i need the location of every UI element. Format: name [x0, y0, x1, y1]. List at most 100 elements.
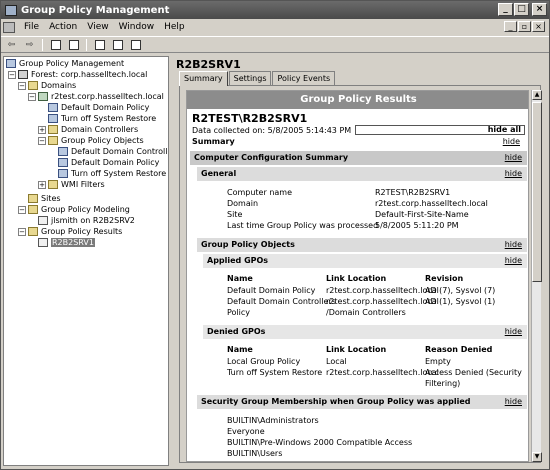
tab-summary[interactable]: Summary — [179, 71, 228, 86]
forest-icon — [18, 70, 28, 79]
scroll-down-icon[interactable]: ▼ — [532, 452, 542, 462]
tab-content: Group Policy Results R2TEST\R2B2SRV1 Dat… — [179, 85, 542, 463]
column-header: Link Location — [326, 345, 387, 354]
table-cell: Turn off System Restore — [227, 368, 323, 377]
folder-icon — [48, 180, 58, 189]
hide-summary-link[interactable]: hide — [503, 137, 520, 146]
folder-icon — [48, 136, 58, 145]
menu-file[interactable]: File — [19, 22, 44, 32]
properties-icon[interactable] — [110, 38, 125, 51]
child-close-button[interactable]: × — [532, 21, 545, 32]
tree-item-gpo[interactable]: Turn off System Restore — [58, 168, 166, 179]
hide-link[interactable]: hide — [505, 238, 522, 252]
tree-item-modeling-query[interactable]: jlsmith on R2B2SRV2 — [38, 215, 135, 226]
hide-link[interactable]: hide — [505, 151, 522, 165]
tree-item-link[interactable]: Turn off System Restore — [48, 113, 156, 124]
section-applied-gpos[interactable]: Applied GPOs hide — [203, 254, 527, 268]
domain-icon — [38, 92, 48, 101]
close-button[interactable]: × — [532, 3, 547, 16]
report-header: Group Policy Results — [187, 91, 528, 109]
tree-item-sites[interactable]: Sites — [28, 193, 61, 204]
help-icon[interactable] — [128, 38, 143, 51]
forward-icon[interactable]: ⇨ — [22, 38, 37, 51]
table-cell: Default Domain Policy — [227, 286, 316, 295]
collapse-icon[interactable]: − — [38, 136, 46, 145]
collapse-icon[interactable]: − — [18, 227, 26, 236]
folder-icon — [28, 81, 38, 90]
section-gpos[interactable]: Group Policy Objects hide — [197, 238, 527, 252]
hide-all-link[interactable]: hide all — [355, 125, 525, 135]
general-key: Site — [227, 210, 243, 219]
show-tree-icon[interactable] — [66, 38, 81, 51]
section-computer-config[interactable]: Computer Configuration Summary hide — [190, 151, 527, 165]
tree-item-modeling[interactable]: − Group Policy Modeling — [18, 204, 130, 215]
report-icon — [38, 238, 48, 247]
window-title: Group Policy Management — [21, 4, 170, 16]
gpo-icon — [58, 169, 68, 178]
hide-link[interactable]: hide — [505, 167, 522, 181]
expand-icon[interactable]: + — [38, 180, 46, 189]
title-bar[interactable]: Group Policy Management _ □ × — [1, 1, 549, 19]
tree-item-forest[interactable]: − Forest: corp.hasselltech.local — [8, 69, 147, 80]
tree-item-results[interactable]: − Group Policy Results — [18, 226, 122, 237]
maximize-button[interactable]: □ — [514, 3, 529, 16]
collected-date: Data collected on: 5/8/2005 5:14:43 PM — [192, 126, 352, 135]
collapse-icon[interactable]: − — [8, 70, 16, 79]
vertical-scrollbar[interactable]: ▲ ▼ — [531, 90, 542, 462]
details-pane: R2B2SRV1 Summary Settings Policy Events … — [172, 56, 548, 466]
group-item: Everyone — [227, 427, 265, 436]
section-security-groups[interactable]: Security Group Membership when Group Pol… — [197, 395, 527, 409]
tree-item-result-selected[interactable]: R2B2SRV1 — [38, 237, 95, 248]
tree-item-gpo[interactable]: Default Domain Controlle — [58, 146, 168, 157]
summary-row: Summary hide — [192, 137, 525, 146]
menu-help[interactable]: Help — [159, 22, 190, 32]
toolbar-separator — [86, 38, 87, 51]
group-item: BUILTIN\Pre-Windows 2000 Compatible Acce… — [227, 438, 413, 447]
collapse-icon[interactable]: − — [18, 81, 26, 90]
tree-item-link[interactable]: Default Domain Policy — [48, 102, 149, 113]
tree-item-domain[interactable]: − r2test.corp.hasselltech.local — [28, 91, 164, 102]
menu-view[interactable]: View — [82, 22, 113, 32]
tree-item-root[interactable]: Group Policy Management — [6, 58, 124, 69]
tree-item-gpo-container[interactable]: − Group Policy Objects — [38, 135, 144, 146]
child-minimize-button[interactable]: _ — [504, 21, 517, 32]
hide-link[interactable]: hide — [505, 395, 522, 409]
menu-action[interactable]: Action — [44, 22, 82, 32]
hide-link[interactable]: hide — [505, 325, 522, 339]
gpo-icon — [58, 158, 68, 167]
child-restore-button[interactable]: ▫ — [518, 21, 531, 32]
tab-strip: Summary Settings Policy Events — [179, 71, 336, 86]
console-tree[interactable]: Group Policy Management − Forest: corp.h… — [3, 56, 169, 466]
section-general[interactable]: General hide — [197, 167, 527, 181]
ou-icon — [48, 125, 58, 134]
minimize-button[interactable]: _ — [498, 3, 513, 16]
hide-link[interactable]: hide — [505, 254, 522, 268]
general-value: Default-First-Site-Name — [375, 210, 469, 219]
tab-policy-events[interactable]: Policy Events — [272, 71, 336, 85]
up-folder-icon[interactable] — [48, 38, 63, 51]
page-title: R2B2SRV1 — [176, 58, 241, 71]
tree-item-domains[interactable]: − Domains — [18, 80, 76, 91]
table-cell: AD (1), Sysvol (1) — [425, 297, 496, 306]
results-report: Group Policy Results R2TEST\R2B2SRV1 Dat… — [186, 90, 529, 462]
table-cell: AD (7), Sysvol (7) — [425, 286, 496, 295]
scroll-thumb[interactable] — [532, 102, 542, 282]
back-icon[interactable]: ⇦ — [4, 38, 19, 51]
column-header: Link Location — [326, 274, 387, 283]
tree-item-gpo[interactable]: Default Domain Policy — [58, 157, 159, 168]
tree-item-domain-controllers[interactable]: + Domain Controllers — [38, 124, 138, 135]
document-icon[interactable] — [3, 21, 15, 33]
summary-label: Summary — [192, 137, 235, 146]
scroll-up-icon[interactable]: ▲ — [532, 90, 542, 100]
collapse-icon[interactable]: − — [18, 205, 26, 214]
section-denied-gpos[interactable]: Denied GPOs hide — [203, 325, 527, 339]
column-header: Name — [227, 345, 253, 354]
refresh-icon[interactable] — [92, 38, 107, 51]
menu-window[interactable]: Window — [114, 22, 160, 32]
expand-icon[interactable]: + — [38, 125, 46, 134]
tab-settings[interactable]: Settings — [228, 71, 272, 85]
collapse-icon[interactable]: − — [28, 92, 36, 101]
main-window: Group Policy Management _ □ × File Actio… — [0, 0, 550, 470]
tree-item-wmi[interactable]: + WMI Filters — [38, 179, 105, 190]
app-icon — [5, 4, 17, 16]
